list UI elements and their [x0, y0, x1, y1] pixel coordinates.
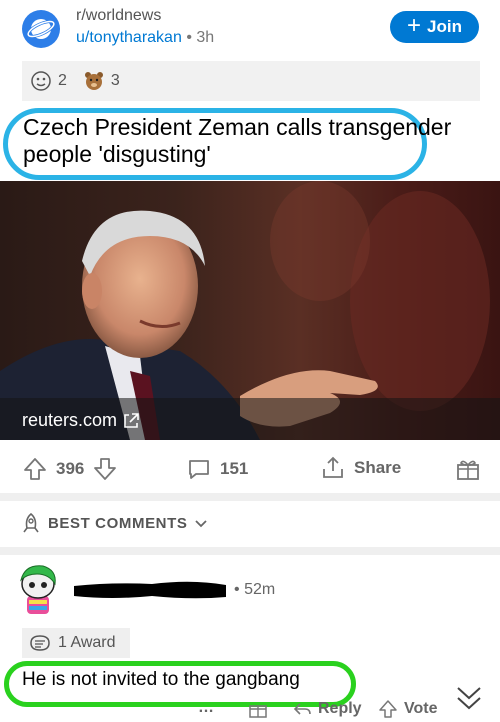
snoo-avatar-icon — [20, 565, 56, 614]
vote-label: Vote — [404, 700, 438, 717]
meta-separator: • — [186, 29, 192, 46]
join-label: Join — [427, 17, 462, 36]
section-divider — [0, 547, 500, 555]
vote-group: 396 — [22, 456, 118, 482]
upvote-icon[interactable] — [22, 456, 48, 482]
award-face-icon — [31, 71, 51, 91]
share-button[interactable]: Share — [320, 455, 401, 481]
downvote-icon[interactable] — [92, 456, 118, 482]
subreddit-avatar[interactable] — [22, 10, 60, 48]
reply-icon — [293, 703, 311, 715]
chevron-down-icon — [195, 520, 208, 528]
section-divider — [0, 493, 500, 501]
comment-sort[interactable]: BEST COMMENTS — [20, 512, 209, 534]
more-options-button[interactable]: … — [198, 699, 215, 717]
comment-age: 52m — [244, 581, 276, 598]
commenter-avatar[interactable] — [15, 562, 61, 614]
gift-icon — [457, 460, 479, 480]
share-icon — [323, 456, 343, 478]
post-actions: 396 151 Share — [0, 450, 500, 486]
sort-label: BEST COMMENTS — [48, 514, 188, 532]
award-bear-icon — [84, 72, 103, 90]
award-count: 2 — [58, 72, 67, 89]
upvote-icon — [379, 700, 397, 718]
join-button[interactable]: + Join — [390, 11, 479, 43]
collapse-chevron-icon[interactable] — [452, 680, 486, 714]
subreddit-name[interactable]: r/worldnews — [76, 7, 161, 25]
post-awards[interactable]: 2 3 — [22, 61, 480, 101]
vote-button[interactable]: Vote — [378, 699, 437, 719]
comment-meta: • 52m — [234, 581, 275, 599]
post-header: r/worldnews u/tonytharakan • 3h + Join — [0, 0, 500, 62]
post-title[interactable]: Czech President Zeman calls transgender … — [23, 114, 453, 168]
reply-label: Reply — [318, 700, 362, 717]
plus-icon: + — [407, 12, 422, 39]
award-count: 3 — [110, 72, 120, 89]
meta-separator: • — [234, 581, 240, 598]
gift-icon — [249, 705, 267, 718]
comment-award-button[interactable] — [248, 699, 268, 719]
link-domain[interactable]: reuters.com — [22, 410, 141, 431]
upvote-count: 396 — [56, 459, 85, 478]
award-icon — [30, 635, 50, 651]
award-label: 1 Award — [58, 634, 116, 651]
comment-count: 151 — [220, 459, 249, 478]
reply-button[interactable]: Reply — [292, 699, 362, 719]
comment-body: He is not invited to the gangbang — [22, 669, 300, 690]
domain-label: reuters.com — [22, 410, 118, 430]
comments-button[interactable]: 151 — [186, 456, 248, 482]
post-age: 3h — [196, 29, 215, 46]
external-link-icon — [124, 412, 139, 428]
share-label: Share — [354, 458, 402, 477]
post-author[interactable]: u/tonytharakan — [76, 29, 182, 46]
planet-icon — [26, 19, 56, 39]
give-award-button[interactable] — [455, 456, 481, 482]
redacted-username[interactable] — [72, 580, 228, 600]
comment-icon — [189, 460, 209, 479]
post-meta: u/tonytharakan • 3h — [76, 29, 214, 47]
rocket-icon — [23, 512, 39, 533]
comment-award[interactable]: 1 Award — [22, 628, 130, 658]
